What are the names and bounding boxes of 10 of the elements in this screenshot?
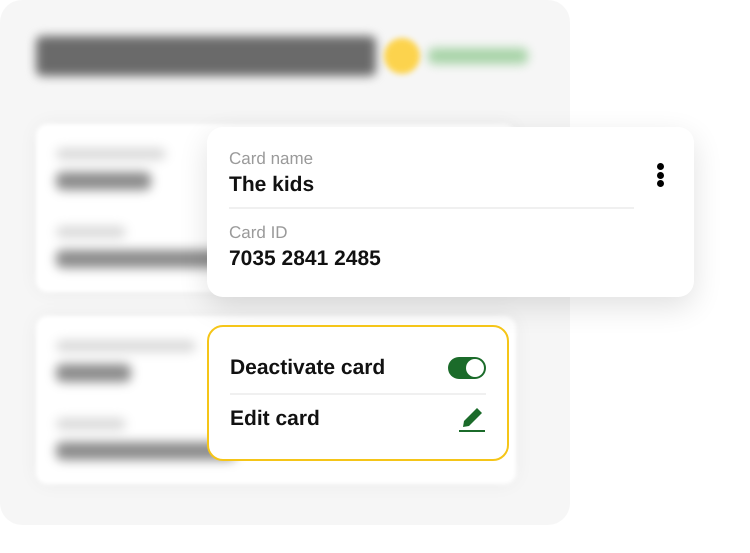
menu-item-label: Edit card: [230, 406, 320, 432]
field-label: Card name: [229, 148, 314, 170]
pencil-icon[interactable]: [458, 405, 486, 433]
field-value: 7035 2841 2485: [229, 246, 382, 272]
toggle-switch[interactable]: [448, 357, 486, 379]
menu-item[interactable]: Edit card: [230, 393, 486, 443]
menu-item[interactable]: Deactivate card: [230, 343, 486, 393]
field-value: The kids: [229, 172, 316, 198]
field-label: Card ID: [229, 222, 289, 244]
menu-item-label: Deactivate card: [230, 355, 386, 382]
